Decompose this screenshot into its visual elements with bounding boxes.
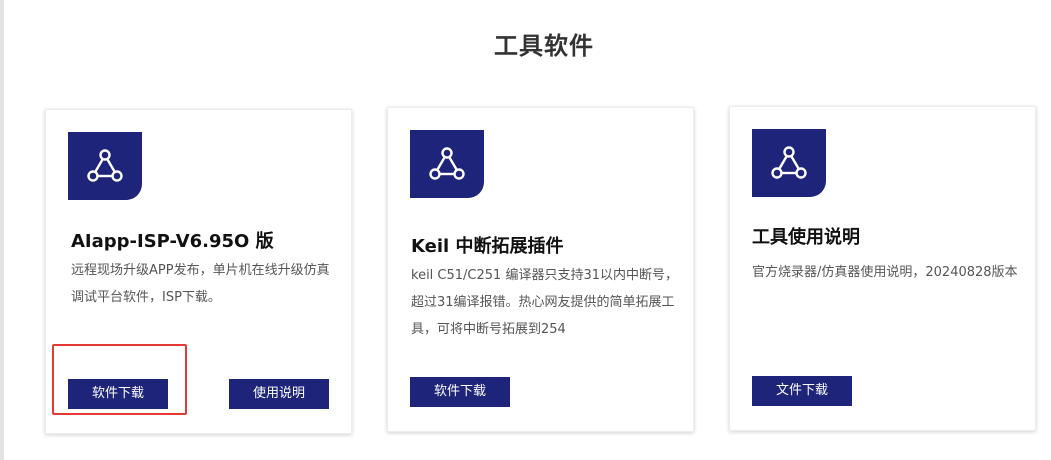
software-download-button[interactable]: 软件下载 bbox=[68, 379, 168, 409]
tool-card-usage-guide: 工具使用说明 官方烧录器/仿真器使用说明，20240828版本 文件下载 bbox=[729, 106, 1036, 431]
share-nodes-icon bbox=[752, 129, 826, 197]
card-title: 工具使用说明 bbox=[752, 227, 860, 248]
software-download-button[interactable]: 软件下载 bbox=[410, 377, 510, 407]
share-nodes-icon bbox=[410, 130, 484, 198]
tool-card-keil-plugin: Keil 中断拓展插件 keil C51/C251 编译器只支持31以内中断号，… bbox=[387, 107, 694, 432]
share-nodes-icon bbox=[68, 132, 142, 200]
card-description: 官方烧录器/仿真器使用说明，20240828版本 bbox=[752, 265, 1018, 280]
card-description: 远程现场升级APP发布，单片机在线升级仿真调试平台软件，ISP下载。 bbox=[71, 263, 330, 305]
card-title: AIapp-ISP-V6.95O 版 bbox=[71, 231, 274, 252]
user-guide-button[interactable]: 使用说明 bbox=[229, 379, 329, 409]
file-download-button[interactable]: 文件下载 bbox=[752, 376, 852, 406]
section-title: 工具软件 bbox=[494, 32, 594, 60]
card-description: keil C51/C251 编译器只支持31以内中断号，超过31编译报错。热心网… bbox=[411, 268, 678, 337]
tool-card-aiapp-isp: AIapp-ISP-V6.95O 版 远程现场升级APP发布，单片机在线升级仿真… bbox=[45, 109, 352, 434]
card-title: Keil 中断拓展插件 bbox=[411, 236, 564, 257]
page-left-border bbox=[0, 0, 4, 460]
